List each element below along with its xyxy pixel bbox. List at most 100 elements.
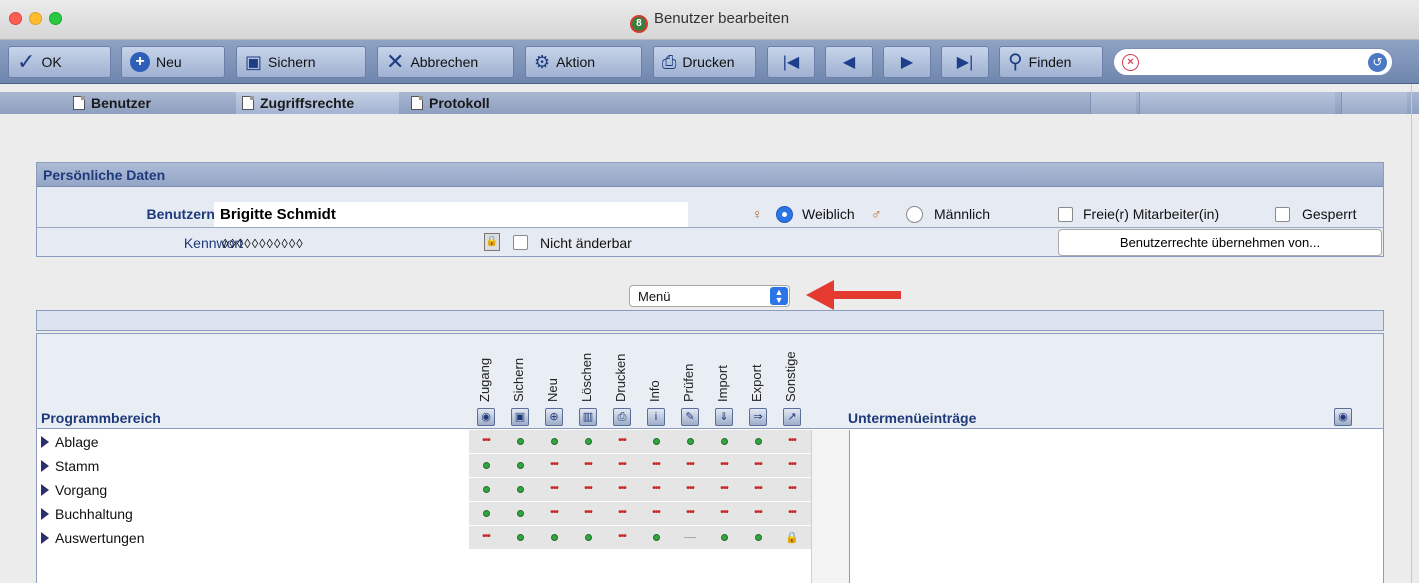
permission-cell-export[interactable]: ••• (741, 454, 775, 478)
import-icon[interactable]: ⇓ (715, 408, 733, 426)
disclosure-triangle-icon[interactable] (41, 532, 49, 544)
permission-cell-sonstige[interactable]: ••• (775, 478, 809, 502)
permission-cell-export[interactable]: ••• (741, 478, 775, 502)
first-record-button[interactable]: |◀ (767, 46, 815, 78)
permission-cell-zugang[interactable]: ••• (469, 430, 503, 454)
disclosure-triangle-icon[interactable] (41, 460, 49, 472)
male-radio[interactable] (906, 206, 923, 223)
action-button[interactable]: ⚙ Aktion (525, 46, 642, 78)
permission-cell-import[interactable] (707, 526, 741, 550)
search-input[interactable] (1146, 52, 1354, 72)
skip-last-icon: ▶| (956, 54, 974, 71)
permission-cell-löschen[interactable] (571, 430, 605, 454)
permission-cell-zugang[interactable] (469, 478, 503, 502)
permission-cell-löschen[interactable] (571, 526, 605, 550)
permission-cell-sichern[interactable] (503, 430, 537, 454)
permission-cell-export[interactable] (741, 430, 775, 454)
find-button[interactable]: ⚲ Finden (999, 46, 1103, 78)
floppy-disk-icon[interactable]: ▣ (511, 408, 529, 426)
permission-cell-drucken[interactable]: ••• (605, 454, 639, 478)
permission-cell-import[interactable]: ••• (707, 454, 741, 478)
permission-cell-prüfen[interactable] (673, 526, 707, 550)
permission-cell-sichern[interactable] (503, 478, 537, 502)
permission-cell-drucken[interactable]: ••• (605, 430, 639, 454)
eye-icon[interactable]: ◉ (1334, 408, 1352, 426)
disclosure-triangle-icon[interactable] (41, 436, 49, 448)
ok-button[interactable]: ✓ OK (8, 46, 111, 78)
eye-icon[interactable]: ◉ (477, 408, 495, 426)
freelancer-checkbox[interactable] (1058, 207, 1073, 222)
permission-cell-neu[interactable]: ••• (537, 478, 571, 502)
permission-cell-löschen[interactable]: ••• (571, 454, 605, 478)
blocked-checkbox[interactable] (1275, 207, 1290, 222)
permission-cell-info[interactable]: ••• (639, 502, 673, 526)
disclosure-triangle-icon[interactable] (41, 508, 49, 520)
permission-cell-export[interactable] (741, 526, 775, 550)
printer-icon[interactable]: ⎙ (613, 408, 631, 426)
tab-zugriffsrechte[interactable]: Zugriffsrechte (236, 92, 399, 114)
permission-cell-info[interactable]: ••• (639, 478, 673, 502)
permission-cell-sonstige[interactable]: ••• (775, 454, 809, 478)
export-icon[interactable]: ⇒ (749, 408, 767, 426)
permission-cell-sichern[interactable] (503, 454, 537, 478)
permission-cell-info[interactable]: ••• (639, 454, 673, 478)
misc-icon[interactable]: ↗ (783, 408, 801, 426)
rights-category-select[interactable]: Menü ▲ ▼ (629, 285, 790, 307)
permission-cell-import[interactable]: ••• (707, 478, 741, 502)
previous-record-button[interactable]: ◀ (825, 46, 873, 78)
permission-cell-info[interactable] (639, 430, 673, 454)
table-row[interactable]: Ablage ••• ••• ••• (37, 430, 811, 454)
rights-grid: Programmbereich Untermenüeinträge Zugang… (36, 333, 1384, 583)
permission-cell-löschen[interactable]: ••• (571, 478, 605, 502)
info-icon[interactable]: i (647, 408, 665, 426)
permission-cell-neu[interactable]: ••• (537, 502, 571, 526)
permission-cell-neu[interactable] (537, 526, 571, 550)
permission-cell-sonstige[interactable]: 🔒 (775, 526, 809, 550)
permission-cell-drucken[interactable]: ••• (605, 478, 639, 502)
table-row[interactable]: Auswertungen ••• ••• 🔒 (37, 526, 811, 550)
permission-cell-prüfen[interactable]: ••• (673, 454, 707, 478)
permission-cell-import[interactable]: ••• (707, 502, 741, 526)
table-row[interactable]: Vorgang ••• ••• ••• ••• ••• ••• ••• ••• (37, 478, 811, 502)
clear-search-icon[interactable]: × (1122, 54, 1139, 71)
cancel-button[interactable]: ✕ Abbrechen (377, 46, 514, 78)
permission-cell-zugang[interactable] (469, 454, 503, 478)
permission-cell-zugang[interactable] (469, 502, 503, 526)
username-field[interactable] (214, 202, 688, 227)
permission-cell-drucken[interactable]: ••• (605, 526, 639, 550)
last-record-button[interactable]: ▶| (941, 46, 989, 78)
search-go-icon[interactable]: ↺ (1368, 53, 1387, 72)
permission-cell-neu[interactable] (537, 430, 571, 454)
grid-splitter[interactable] (811, 430, 849, 583)
permission-cell-prüfen[interactable]: ••• (673, 502, 707, 526)
permission-cell-prüfen[interactable] (673, 430, 707, 454)
permission-cell-zugang[interactable]: ••• (469, 526, 503, 550)
female-radio[interactable] (776, 206, 793, 223)
permission-cell-neu[interactable]: ••• (537, 454, 571, 478)
new-document-icon[interactable]: ⊕ (545, 408, 563, 426)
permission-cell-export[interactable]: ••• (741, 502, 775, 526)
permission-cell-drucken[interactable]: ••• (605, 502, 639, 526)
check-document-icon[interactable]: ✎ (681, 408, 699, 426)
copy-user-rights-button[interactable]: Benutzerrechte übernehmen von... (1058, 229, 1382, 256)
permission-cell-sichern[interactable] (503, 502, 537, 526)
password-field[interactable]: ◊◊◊◊◊◊◊◊◊◊◊ (222, 236, 304, 251)
print-button[interactable]: ⎙ Drucken (653, 46, 756, 78)
disclosure-triangle-icon[interactable] (41, 484, 49, 496)
permission-cell-löschen[interactable]: ••• (571, 502, 605, 526)
not-changeable-checkbox[interactable] (513, 235, 528, 250)
trash-icon[interactable]: ▥ (579, 408, 597, 426)
next-record-button[interactable]: ▶ (883, 46, 931, 78)
tab-protokoll[interactable]: Protokoll (405, 92, 568, 114)
permission-cell-info[interactable] (639, 526, 673, 550)
permission-cell-sonstige[interactable]: ••• (775, 430, 809, 454)
permission-cell-prüfen[interactable]: ••• (673, 478, 707, 502)
new-button[interactable]: + Neu (121, 46, 225, 78)
tab-benutzer[interactable]: Benutzer (67, 92, 230, 114)
table-row[interactable]: Stamm ••• ••• ••• ••• ••• ••• ••• ••• (37, 454, 811, 478)
table-row[interactable]: Buchhaltung ••• ••• ••• ••• ••• ••• ••• ••• (37, 502, 811, 526)
permission-cell-import[interactable] (707, 430, 741, 454)
permission-cell-sonstige[interactable]: ••• (775, 502, 809, 526)
save-button[interactable]: ▣ Sichern (236, 46, 366, 78)
permission-cell-sichern[interactable] (503, 526, 537, 550)
